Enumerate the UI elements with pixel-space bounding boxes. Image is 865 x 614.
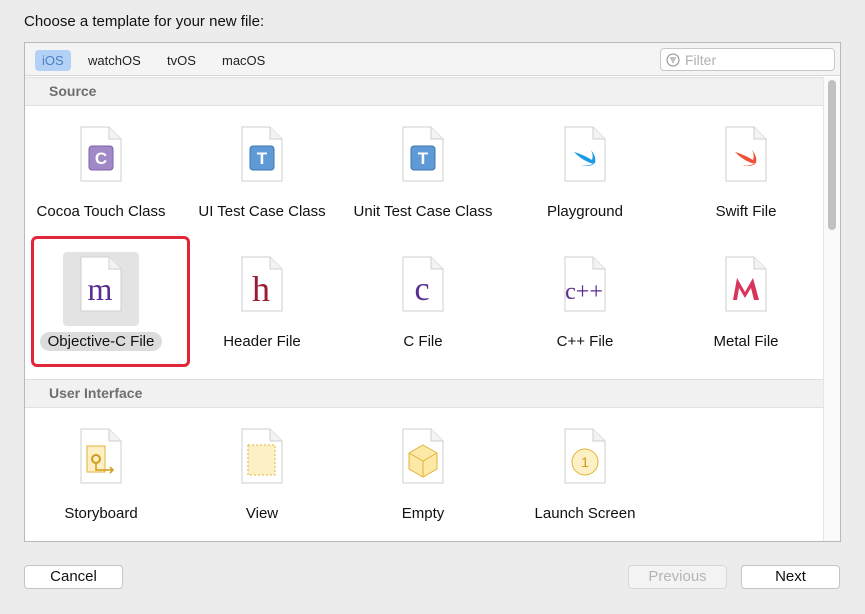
ui-test-case-class-icon: T <box>241 126 283 182</box>
template-label: Objective-C File <box>39 332 163 351</box>
section-header-user-interface: User Interface <box>25 379 823 408</box>
template-cocoa-touch-class[interactable]: C Cocoa Touch Class <box>26 116 176 241</box>
tab-tvos[interactable]: tvOS <box>160 50 203 71</box>
empty-icon <box>402 428 444 484</box>
svg-text:c++: c++ <box>565 279 603 305</box>
platform-toolbar: iOS watchOS tvOS macOS <box>25 43 840 76</box>
cancel-button[interactable]: Cancel <box>24 565 123 589</box>
template-label: Playground <box>547 203 623 220</box>
storyboard-icon <box>80 428 122 484</box>
template-label: Launch Screen <box>534 505 636 522</box>
template-label: Unit Test Case Class <box>353 203 493 220</box>
previous-button[interactable]: Previous <box>628 565 727 589</box>
scroll-thumb[interactable] <box>828 80 836 230</box>
template-objective-c-file[interactable]: m Objective-C File <box>26 246 176 371</box>
svg-text:T: T <box>257 149 268 168</box>
tab-ios[interactable]: iOS <box>35 50 71 71</box>
template-panel: iOS watchOS tvOS macOS Source C Cocoa To… <box>24 42 841 542</box>
template-launch-screen[interactable]: 1 Launch Screen <box>510 418 660 541</box>
template-label: Swift File <box>715 203 777 220</box>
template-c-file[interactable]: c C File <box>348 246 498 371</box>
svg-text:c: c <box>414 271 429 308</box>
template-label: Header File <box>223 333 301 350</box>
vertical-scrollbar[interactable] <box>823 77 840 541</box>
template-label: C++ File <box>556 333 614 350</box>
section-header-source: Source <box>25 77 823 106</box>
unit-test-case-class-icon: T <box>402 126 444 182</box>
template-unit-test-case-class[interactable]: T Unit Test Case Class <box>348 116 498 241</box>
c-file-icon: c <box>402 256 444 312</box>
template-empty[interactable]: Empty <box>348 418 498 541</box>
template-label: UI Test Case Class <box>198 203 326 220</box>
template-storyboard[interactable]: Storyboard <box>26 418 176 541</box>
filter-field[interactable] <box>660 48 835 71</box>
svg-text:m: m <box>88 271 113 307</box>
svg-text:1: 1 <box>581 454 589 470</box>
next-button[interactable]: Next <box>741 565 840 589</box>
header-file-icon: h <box>241 256 283 312</box>
template-label: Empty <box>401 505 445 522</box>
template-label: View <box>245 505 279 522</box>
template-metal-file[interactable]: Metal File <box>671 246 821 371</box>
template-cpp-file[interactable]: c++ C++ File <box>510 246 660 371</box>
svg-text:h: h <box>252 269 270 309</box>
template-label: Cocoa Touch Class <box>36 203 166 220</box>
filter-input[interactable] <box>685 51 830 68</box>
dialog-heading: Choose a template for your new file: <box>24 13 265 30</box>
cocoa-touch-class-icon: C <box>80 126 122 182</box>
objective-c-file-icon: m <box>80 256 122 312</box>
playground-icon <box>564 126 606 182</box>
svg-text:C: C <box>95 149 107 168</box>
template-label: Metal File <box>713 333 779 350</box>
swift-file-icon <box>725 126 767 182</box>
svg-text:T: T <box>418 149 429 168</box>
launch-screen-icon: 1 <box>564 428 606 484</box>
filter-icon <box>666 53 680 67</box>
template-view[interactable]: View <box>187 418 337 541</box>
view-icon <box>241 428 283 484</box>
template-swift-file[interactable]: Swift File <box>671 116 821 241</box>
template-ui-test-case-class[interactable]: T UI Test Case Class <box>187 116 337 241</box>
tab-macos[interactable]: macOS <box>215 50 272 71</box>
template-header-file[interactable]: h Header File <box>187 246 337 371</box>
metal-file-icon <box>725 256 767 312</box>
template-label: C File <box>403 333 443 350</box>
tab-watchos[interactable]: watchOS <box>81 50 148 71</box>
template-label: Storyboard <box>64 505 138 522</box>
template-playground[interactable]: Playground <box>510 116 660 241</box>
cpp-file-icon: c++ <box>564 256 606 312</box>
